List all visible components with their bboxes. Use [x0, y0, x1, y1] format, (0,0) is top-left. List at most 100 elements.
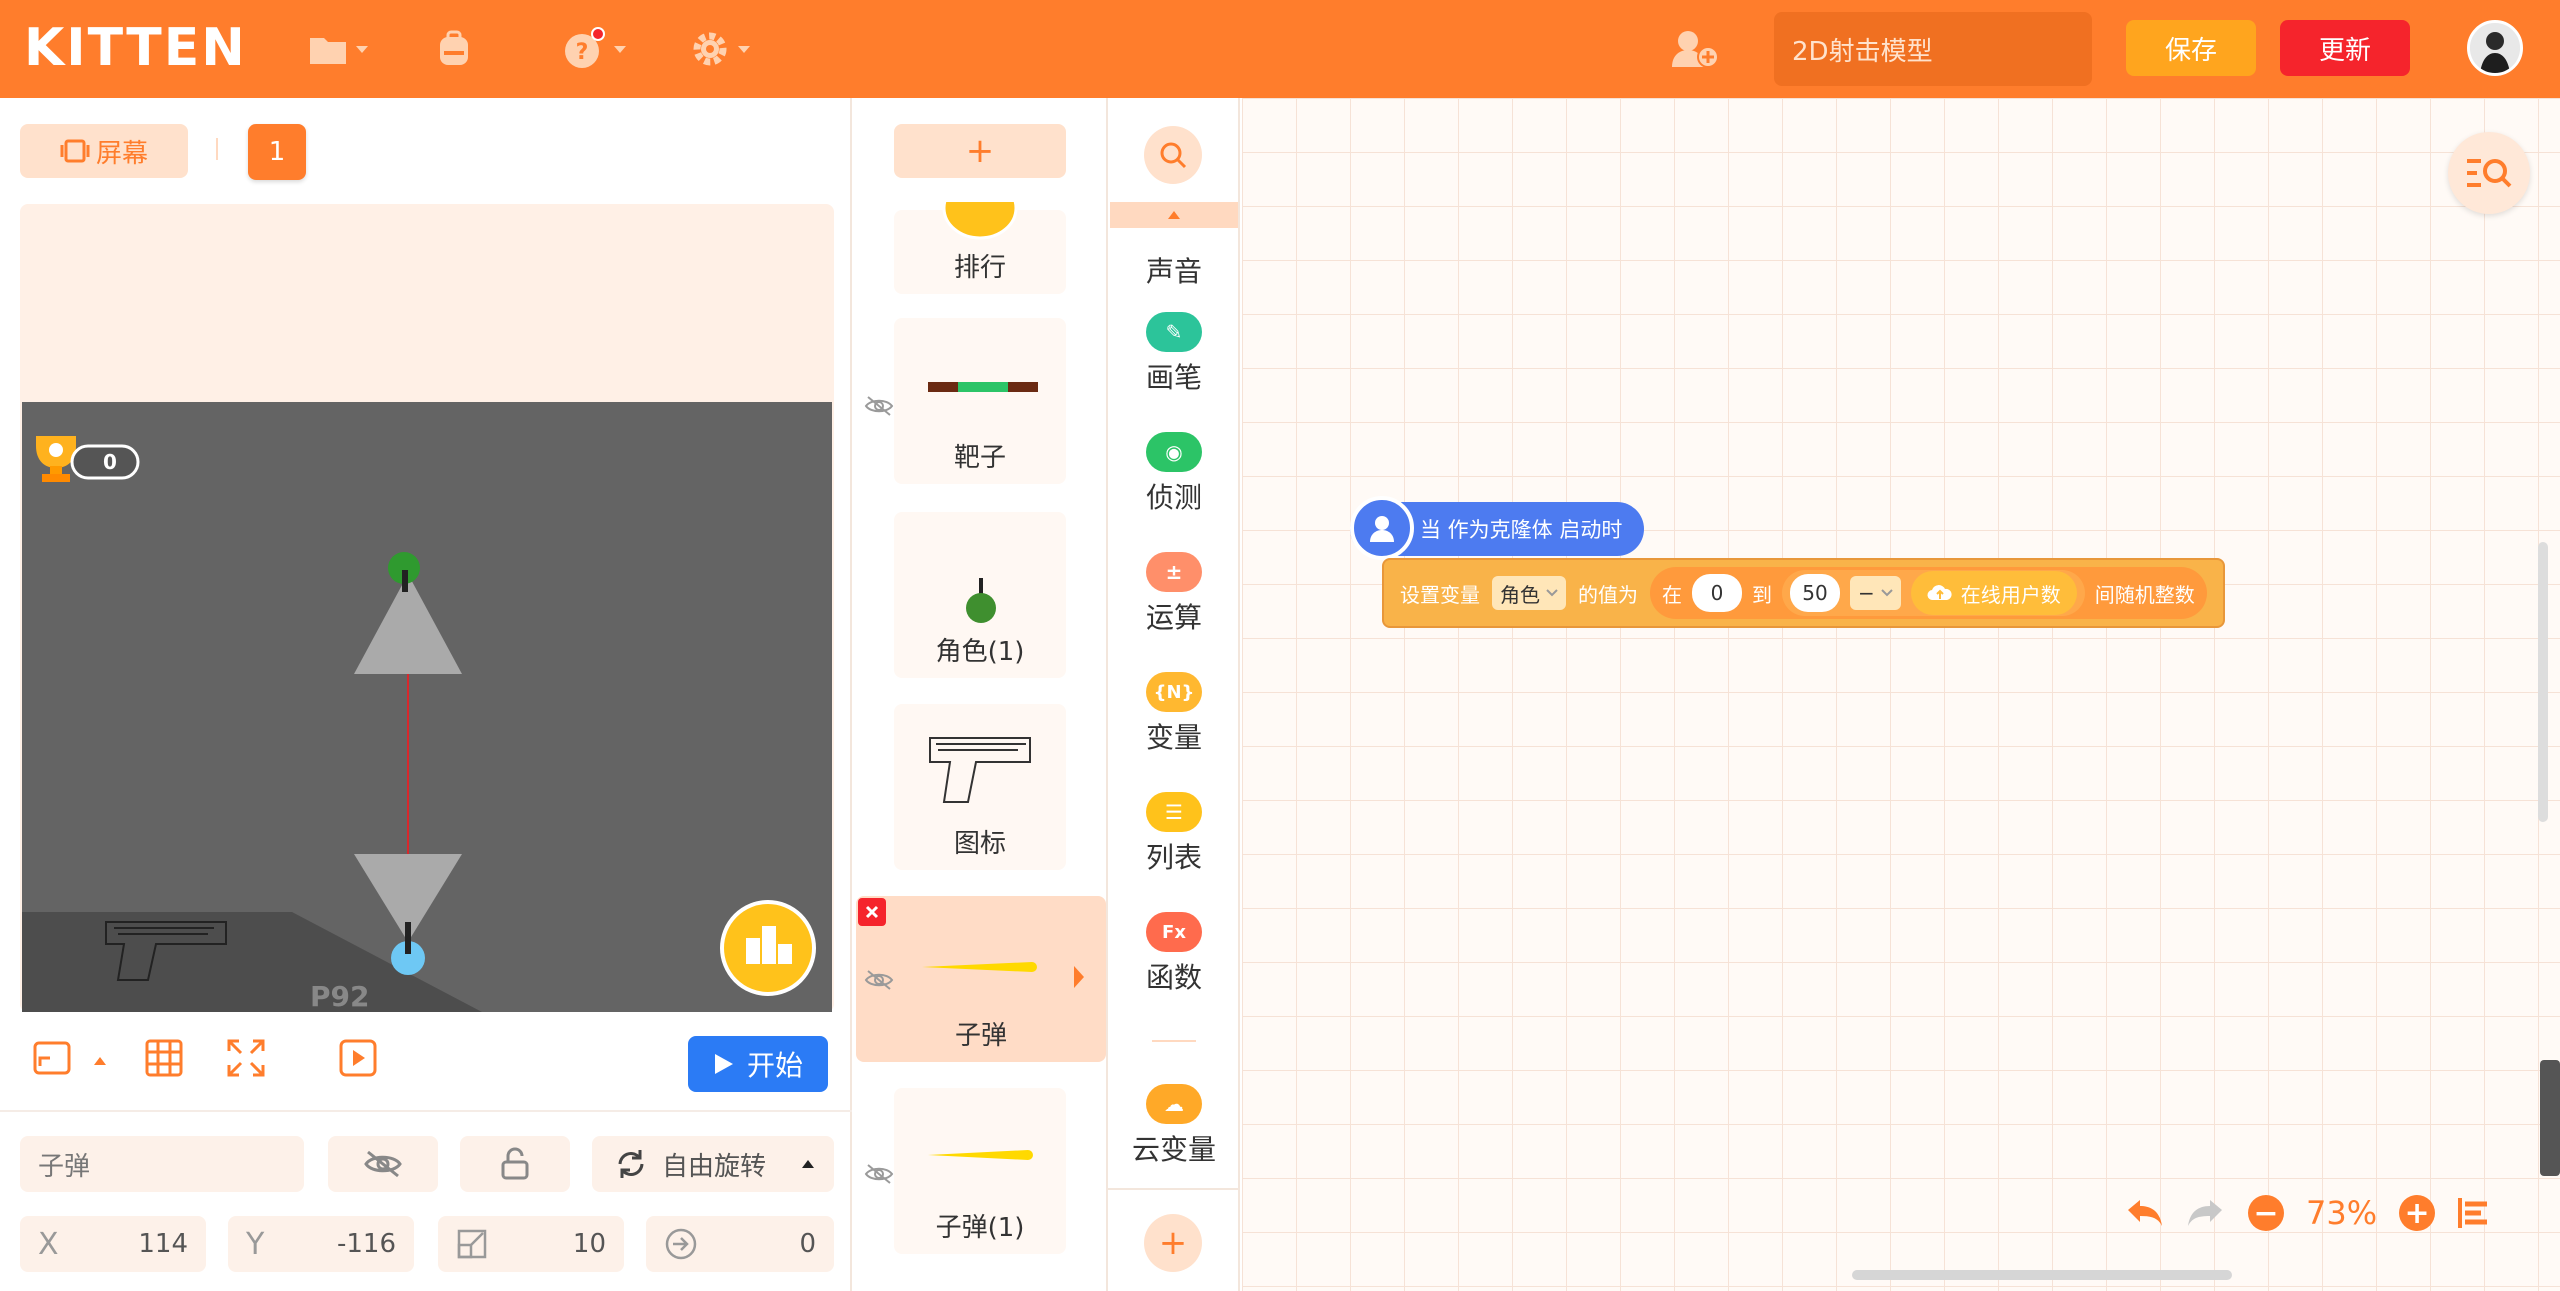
code-workspace[interactable]: 当 作为克隆体 启动时 设置变量 角色 的值为 在 0 到 50 − 在线用户数… [1242, 98, 2560, 1291]
zoom-in-button[interactable]: + [2399, 1195, 2436, 1231]
category-operators[interactable]: ± 运算 [1108, 552, 1240, 636]
screen-label: 屏幕 [95, 138, 148, 169]
backpack-icon [440, 30, 468, 65]
settings-menu[interactable] [690, 24, 750, 74]
lock-toggle[interactable] [460, 1136, 570, 1192]
screen-icon [60, 139, 90, 163]
rotation-mode-select[interactable]: 自由旋转 [592, 1136, 834, 1192]
align-blocks-icon[interactable] [2457, 1196, 2491, 1230]
chevron-down-icon [1881, 589, 1893, 597]
sprite-card[interactable]: 靶子 [894, 318, 1066, 484]
cloud-variable-icon: ☁ [1146, 1084, 1202, 1124]
record-button[interactable] [338, 1038, 378, 1082]
category-pen[interactable]: ✎ 画笔 [1108, 312, 1240, 396]
ranking-thumbnail [942, 202, 1018, 240]
hidden-eye-icon[interactable] [864, 968, 894, 992]
variable-dropdown[interactable]: 角色 [1492, 576, 1566, 610]
pen-icon: ✎ [1146, 312, 1202, 352]
divider [216, 138, 218, 160]
sprite-card[interactable]: 图标 [894, 704, 1066, 870]
user-avatar[interactable] [2467, 20, 2523, 76]
sprite-list-panel: + 排行 靶子 角色(1) 图标 子弹 子弹(1) [854, 98, 1108, 1291]
category-sensing[interactable]: ◉ 侦测 [1108, 432, 1240, 516]
random-integer-block[interactable]: 在 0 到 50 − 在线用户数 间随机整数 [1650, 567, 2207, 619]
stage-canvas[interactable]: 0 P92 [22, 402, 832, 1012]
add-user-icon [1672, 31, 1719, 68]
divider [1152, 1040, 1196, 1042]
screen-button[interactable]: 屏幕 [20, 124, 188, 178]
small-stage-button[interactable] [32, 1040, 72, 1080]
operator-dropdown[interactable]: − [1850, 576, 1901, 610]
start-button[interactable]: 开始 [688, 1036, 828, 1092]
sprite-card[interactable]: 排行 [894, 202, 1066, 294]
clone-start-hat-block[interactable]: 当 作为克隆体 启动时 [1350, 496, 1645, 560]
start-label: 开始 [746, 1049, 803, 1082]
character-thumbnail [966, 578, 996, 623]
signal-indicator [2540, 1060, 2560, 1176]
workspace-search-button[interactable] [2448, 132, 2530, 214]
fullscreen-button[interactable] [226, 1038, 266, 1082]
chevron-right-icon[interactable] [1072, 964, 1086, 990]
visibility-toggle[interactable] [328, 1136, 438, 1192]
svg-text:?: ? [576, 40, 589, 65]
chevron-down-icon [1546, 589, 1558, 597]
stage-size-toggle[interactable] [92, 1052, 108, 1071]
grid-icon [145, 1039, 183, 1077]
screen-tab-1[interactable]: 1 [248, 124, 306, 180]
ranking-sprite[interactable] [720, 900, 816, 996]
set-variable-block[interactable]: 设置变量 角色 的值为 在 0 到 50 − 在线用户数 间随机整数 [1382, 558, 2225, 628]
y-coordinate-field[interactable]: Y -116 [228, 1216, 414, 1272]
random-min-input[interactable]: 0 [1692, 574, 1742, 612]
category-functions[interactable]: Fx 函数 [1108, 912, 1240, 996]
sprite-card[interactable]: 子弹(1) [894, 1088, 1066, 1254]
hidden-eye-icon[interactable] [864, 394, 894, 418]
search-icon [1160, 142, 1187, 169]
stage-scene: 0 P92 [22, 436, 816, 1012]
app-logo: KITTEN [24, 18, 247, 78]
category-sound[interactable]: 声音 [1108, 246, 1240, 290]
direction-field[interactable]: 0 [646, 1216, 834, 1272]
help-menu[interactable]: ? [562, 24, 626, 74]
score-text: 0 [103, 450, 117, 474]
zoom-level: 73% [2306, 1194, 2378, 1232]
sprite-label: 子弹 [954, 1021, 1007, 1051]
sprite-label: 子弹(1) [935, 1213, 1025, 1243]
horizontal-scrollbar[interactable] [1852, 1270, 2232, 1280]
bullet-thumbnail [928, 1150, 1033, 1160]
direction-icon [665, 1228, 697, 1260]
help-icon: ? [565, 27, 605, 68]
scroll-up-bar[interactable] [1110, 202, 1238, 228]
close-icon [865, 905, 879, 919]
sprite-name-field[interactable]: 子弹 [20, 1136, 304, 1192]
add-sprite-button[interactable]: + [894, 124, 1066, 178]
redo-icon[interactable] [2186, 1198, 2226, 1228]
size-field[interactable]: 10 [438, 1216, 624, 1272]
update-button[interactable]: 更新 [2280, 20, 2410, 76]
vertical-scrollbar[interactable] [2538, 542, 2548, 822]
online-users-block[interactable]: 在线用户数 [1910, 571, 2077, 615]
plus-icon: + [965, 131, 995, 171]
eye-hidden-icon [364, 1150, 402, 1178]
save-button[interactable]: 保存 [2126, 20, 2256, 76]
project-name-input[interactable] [1774, 12, 2092, 86]
add-extension-button[interactable]: + [1144, 1214, 1202, 1272]
category-cloud-variables[interactable]: ☁ 云变量 [1108, 1084, 1240, 1168]
operand-input[interactable]: 50 [1790, 574, 1840, 612]
grid-toggle-button[interactable] [144, 1038, 184, 1082]
operator-block[interactable]: 50 − 在线用户数 [1782, 570, 2085, 616]
zoom-out-button[interactable]: − [2248, 1195, 2284, 1231]
block-search-button[interactable] [1144, 126, 1202, 184]
gear-icon [693, 32, 727, 66]
collaborate-button[interactable] [1670, 24, 1722, 74]
x-coordinate-field[interactable]: X 114 [20, 1216, 206, 1272]
sprite-card[interactable]: 角色(1) [894, 512, 1066, 678]
category-variables[interactable]: {N} 变量 [1108, 672, 1240, 756]
delete-sprite-button[interactable] [858, 898, 886, 926]
video-icon [339, 1039, 377, 1077]
category-lists[interactable]: ☰ 列表 [1108, 792, 1240, 876]
backpack-button[interactable] [434, 24, 474, 74]
file-menu[interactable] [308, 24, 368, 74]
search-list-icon [2467, 159, 2512, 188]
hidden-eye-icon[interactable] [864, 1162, 894, 1186]
undo-icon[interactable] [2124, 1198, 2164, 1228]
